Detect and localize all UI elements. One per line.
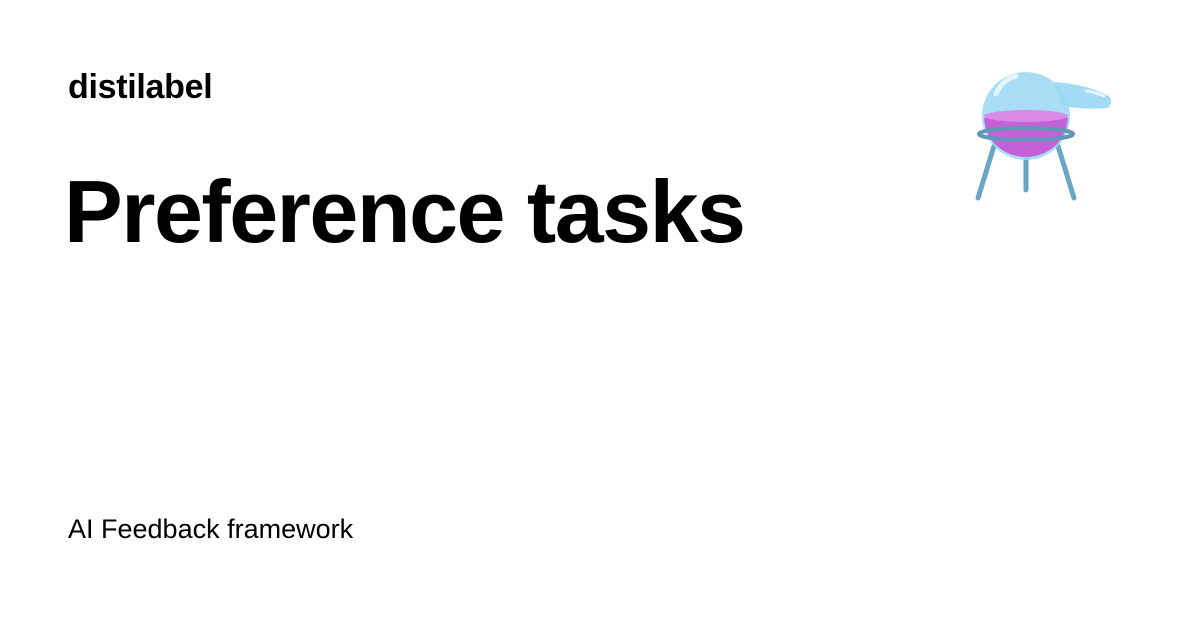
social-card: distilabel Preference tasks AI Feedback … bbox=[0, 0, 1200, 630]
page-description: AI Feedback framework bbox=[68, 514, 354, 544]
site-name: distilabel bbox=[68, 68, 213, 106]
flask-on-stand-icon bbox=[975, 72, 1112, 201]
page-title: Preference tasks bbox=[64, 162, 746, 261]
